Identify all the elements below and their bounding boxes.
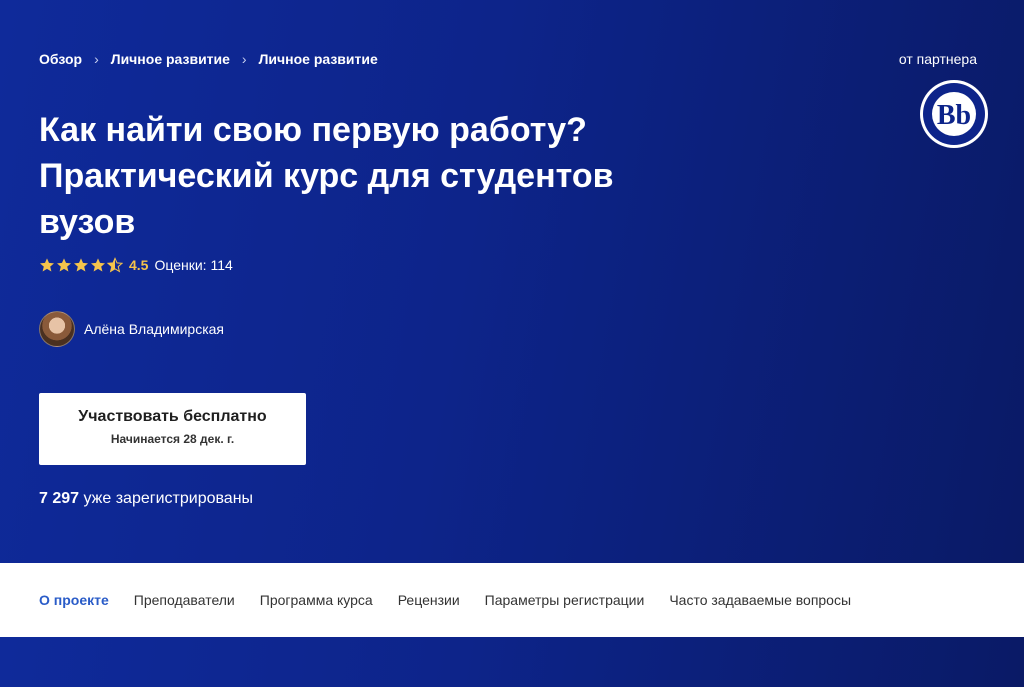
tab-syllabus[interactable]: Программа курса [260,592,373,608]
tab-reviews[interactable]: Рецензии [398,592,460,608]
instructor[interactable]: Алёна Владимирская [39,311,224,347]
star-icon [57,258,71,272]
rating-stars [39,257,123,273]
section-band [0,637,1024,687]
enroll-start-date: Начинается 28 дек. г. [110,432,235,446]
svg-text:Bb: Bb [937,100,971,131]
tab-enrollment-options[interactable]: Параметры регистрации [485,592,645,608]
tab-about[interactable]: О проекте [39,592,109,608]
hero-banner: Обзор › Личное развитие › Личное развити… [0,0,1024,563]
avatar[interactable] [39,311,75,347]
course-title-line: Практический курс для студентов [39,157,614,195]
breadcrumb-item-overview[interactable]: Обзор [39,51,82,67]
rating-value: 4.5 [129,257,149,273]
star-icon [91,258,105,272]
course-title: Как найти свою первую работу? Практическ… [39,107,719,245]
enrolled-number: 7 297 [39,490,80,507]
enroll-button-label: Участвовать бесплатно [78,408,267,425]
instructor-name[interactable]: Алёна Владимирская [84,321,224,337]
rating-count[interactable]: Оценки: 114 [154,257,232,273]
enroll-button[interactable]: Участвовать бесплатно Начинается 28 дек.… [39,393,306,465]
enrolled-count: 7 297 уже зарегистрированы [39,490,253,508]
star-icon [74,258,88,272]
course-rating: 4.5 Оценки: 114 [39,257,233,273]
tab-faq[interactable]: Часто задаваемые вопросы [669,592,851,608]
hse-university-logo[interactable]: Bb [919,79,989,149]
tab-instructors[interactable]: Преподаватели [134,592,235,608]
star-half-icon [107,257,123,273]
breadcrumb-item-personal-development-sub[interactable]: Личное развитие [259,51,378,67]
breadcrumb-item-personal-development[interactable]: Личное развитие [111,51,230,67]
partner-label: от партнера [898,51,977,67]
breadcrumb: Обзор › Личное развитие › Личное развити… [39,51,378,67]
course-section-tabs: О проекте Преподаватели Программа курса … [0,563,1024,637]
chevron-right-icon: › [241,51,247,67]
course-title-line: вузов [39,203,136,241]
course-title-line: Как найти свою первую работу? [39,111,587,149]
star-icon [40,258,54,272]
enrolled-text: уже зарегистрированы [79,490,254,507]
chevron-right-icon: › [94,51,99,67]
